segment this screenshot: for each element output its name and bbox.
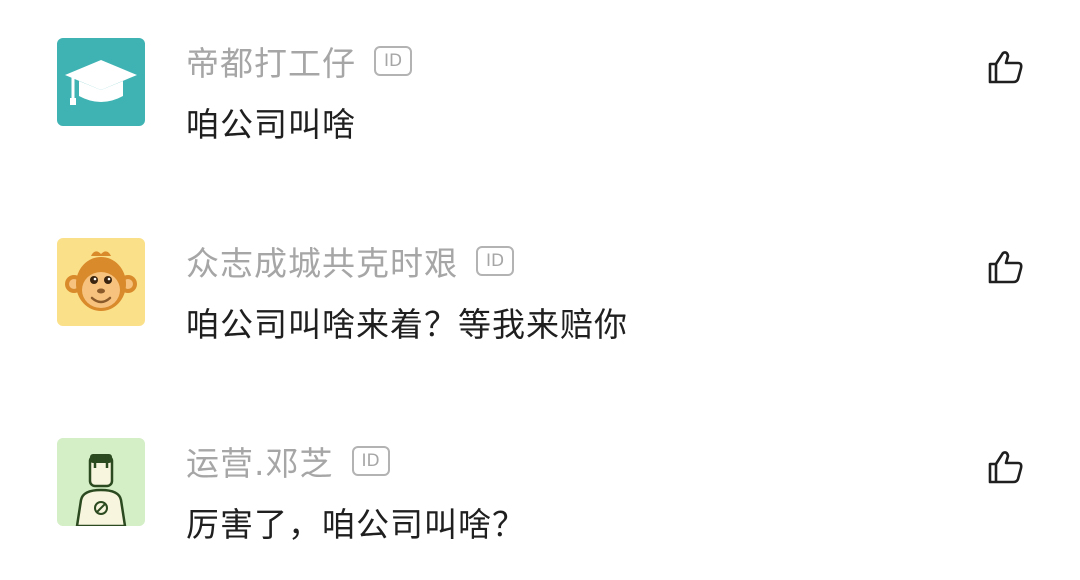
username[interactable]: 帝都打工仔 bbox=[186, 37, 356, 85]
comment-header: 运营.邓芝 ID bbox=[186, 438, 390, 484]
comment-header: 帝都打工仔 ID bbox=[186, 38, 412, 84]
monkey-icon bbox=[57, 238, 145, 326]
thumbs-up-icon bbox=[988, 251, 1023, 284]
comment-text: 咱公司叫啥 bbox=[186, 105, 356, 144]
id-badge: ID bbox=[476, 246, 514, 276]
username[interactable]: 运营.邓芝 bbox=[186, 437, 334, 485]
comment-header: 众志成城共克时艰 ID bbox=[186, 238, 514, 284]
person-icon bbox=[57, 438, 145, 526]
thumbs-up-icon bbox=[988, 451, 1023, 484]
avatar[interactable] bbox=[57, 38, 145, 126]
comment-item: 众志成城共克时艰 ID 咱公司叫啥来着？等我来赔你 bbox=[0, 238, 1080, 358]
id-badge: ID bbox=[374, 46, 412, 76]
username[interactable]: 众志成城共克时艰 bbox=[186, 237, 458, 285]
thumbs-up-icon bbox=[988, 51, 1023, 84]
avatar[interactable] bbox=[57, 238, 145, 326]
like-button[interactable] bbox=[986, 248, 1024, 286]
comment-item: 帝都打工仔 ID 咱公司叫啥 bbox=[0, 38, 1080, 158]
like-button[interactable] bbox=[986, 48, 1024, 86]
like-button[interactable] bbox=[986, 448, 1024, 486]
graduation-cap-icon bbox=[57, 38, 145, 126]
comment-item: 运营.邓芝 ID 厉害了，咱公司叫啥？ bbox=[0, 438, 1080, 558]
avatar[interactable] bbox=[57, 438, 145, 526]
comment-text: 咱公司叫啥来着？等我来赔你 bbox=[186, 305, 628, 344]
id-badge: ID bbox=[351, 446, 390, 476]
comment-text: 厉害了，咱公司叫啥？ bbox=[186, 505, 526, 544]
